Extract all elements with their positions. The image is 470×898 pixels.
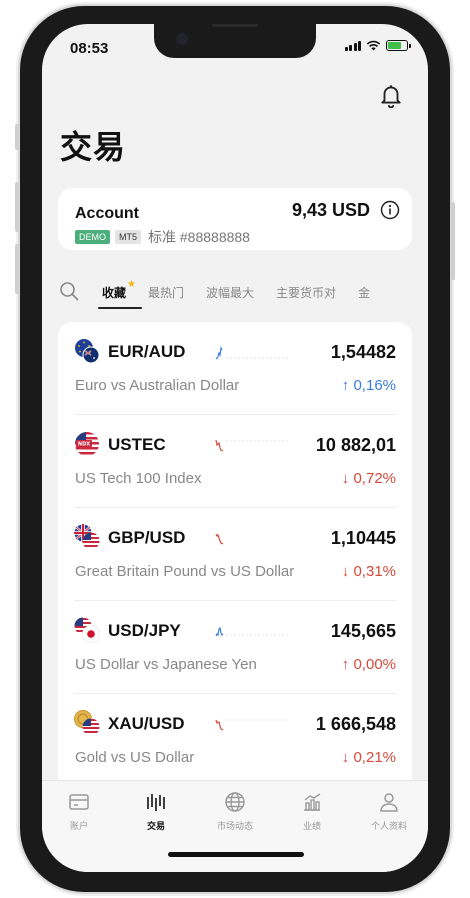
- sparkline: [215, 346, 290, 360]
- speaker: [212, 24, 258, 27]
- phone-side-button: [15, 244, 19, 294]
- star-icon: ★: [127, 279, 137, 290]
- instrument-symbol: GBP/USD: [108, 528, 186, 547]
- us-flag-icon: NDX: [75, 432, 99, 456]
- svg-text:NDX: NDX: [78, 442, 90, 448]
- category-tabs: 收藏 ★ 最热门 波幅最大 主要货币对 金: [58, 276, 412, 314]
- tab-most-popular[interactable]: 最热门: [148, 276, 184, 301]
- phone-side-button: [451, 202, 455, 280]
- price-change: ↑ 0,16%: [341, 377, 396, 394]
- price-change: ↑ 0,00%: [341, 656, 396, 673]
- sparkline: [215, 533, 224, 545]
- app-screen: 08:53 交易 Account DEMO MT5 标准 #88888888 9…: [42, 24, 428, 872]
- account-card[interactable]: Account DEMO MT5 标准 #88888888 9,43 USD: [58, 188, 412, 250]
- account-tags: DEMO MT5 标准 #88888888: [75, 227, 250, 247]
- instrument-description: Great Britain Pound vs US Dollar: [75, 563, 295, 580]
- nav-performance[interactable]: 业绩: [282, 791, 342, 832]
- phone-side-button: [15, 182, 19, 232]
- sparkline: [215, 719, 290, 731]
- instrument-price: 145,665: [330, 621, 396, 641]
- instrument-row[interactable]: NDX USTEC 10 882,01 US Tech 100 Index ↓ …: [58, 415, 412, 508]
- gold-usd-icon: [74, 710, 100, 736]
- bottom-navigation: 账户 交易 市场动态 业绩 个人资料: [42, 780, 428, 872]
- instrument-row[interactable]: EUR/AUD 1,54482 Euro vs Australian Dolla…: [58, 322, 412, 415]
- instrument-symbol: XAU/USD: [108, 714, 185, 733]
- battery-icon: [386, 40, 411, 51]
- usd-jpy-flag-icon: [74, 617, 100, 643]
- nav-profile[interactable]: 个人资料: [359, 791, 419, 832]
- instrument-description: Euro vs Australian Dollar: [75, 377, 240, 394]
- price-change: ↓ 0,72%: [341, 470, 396, 487]
- sparkline: [215, 439, 290, 452]
- instrument-row[interactable]: XAU/USD 1 666,548 Gold vs US Dollar ↓ 0,…: [58, 694, 412, 782]
- status-icons: [344, 40, 411, 51]
- chart-icon: [304, 793, 321, 811]
- tab-label: 主要货币对: [276, 286, 337, 300]
- account-name: Account: [75, 205, 139, 222]
- instrument-list: EUR/AUD 1,54482 Euro vs Australian Dolla…: [58, 322, 412, 782]
- instrument-description: US Dollar vs Japanese Yen: [75, 656, 257, 673]
- nav-trade[interactable]: 交易: [126, 791, 186, 832]
- card-icon: [69, 794, 89, 810]
- instrument-description: US Tech 100 Index: [75, 470, 202, 487]
- status-time: 08:53: [70, 40, 109, 57]
- instrument-price: 1 666,548: [315, 714, 396, 734]
- notch: [154, 24, 316, 58]
- notification-bell-icon[interactable]: [378, 82, 404, 108]
- instrument-description: Gold vs US Dollar: [75, 749, 195, 766]
- nav-label: 业绩: [302, 821, 321, 831]
- price-change: ↓ 0,21%: [341, 749, 396, 766]
- phone-side-button: [15, 124, 19, 150]
- camera: [176, 33, 188, 45]
- tab-metals[interactable]: 金: [358, 276, 370, 301]
- instrument-symbol: USTEC: [108, 435, 166, 454]
- nav-label: 市场动态: [216, 821, 253, 831]
- instrument-price: 10 882,01: [315, 435, 396, 455]
- home-indicator: [168, 852, 304, 857]
- price-change: ↓ 0,31%: [341, 563, 396, 580]
- demo-badge: DEMO: [75, 230, 110, 244]
- gbp-usd-flag-icon: [74, 524, 100, 550]
- instrument-row[interactable]: GBP/USD 1,10445 Great Britain Pound vs U…: [58, 508, 412, 601]
- tab-label: 金: [358, 286, 371, 300]
- tab-label: 收藏: [102, 286, 127, 300]
- instrument-price: 1,10445: [330, 528, 396, 548]
- tab-favorites[interactable]: 收藏 ★: [97, 276, 143, 309]
- nav-label: 账户: [69, 821, 88, 831]
- globe-icon: [225, 792, 245, 812]
- instrument-price: 1,54482: [330, 342, 396, 362]
- instrument-symbol: EUR/AUD: [108, 342, 186, 361]
- nav-label: 个人资料: [370, 821, 407, 831]
- account-balance: 9,43 USD: [291, 200, 370, 220]
- sparkline: [215, 626, 290, 637]
- signal-icon: [344, 40, 361, 51]
- tab-most-volatile[interactable]: 波幅最大: [206, 276, 254, 301]
- tab-label: 最热门: [148, 286, 185, 300]
- instrument-row[interactable]: USD/JPY 145,665 US Dollar vs Japanese Ye…: [58, 601, 412, 694]
- tab-label: 波幅最大: [206, 286, 255, 300]
- instrument-symbol: USD/JPY: [108, 621, 181, 640]
- nav-label: 交易: [146, 821, 165, 831]
- tab-major-pairs[interactable]: 主要货币对: [276, 276, 336, 301]
- wifi-icon: [366, 40, 381, 51]
- search-icon[interactable]: [58, 280, 80, 302]
- person-icon: [380, 793, 398, 812]
- nav-accounts[interactable]: 账户: [49, 791, 109, 832]
- candles-icon: [147, 794, 165, 811]
- info-icon[interactable]: [380, 200, 400, 220]
- nav-market-news[interactable]: 市场动态: [205, 791, 265, 832]
- account-number: 标准 #88888888: [148, 229, 250, 245]
- eur-aud-flag-icon: [75, 339, 100, 364]
- platform-badge: MT5: [115, 230, 141, 244]
- page-title: 交易: [60, 129, 127, 165]
